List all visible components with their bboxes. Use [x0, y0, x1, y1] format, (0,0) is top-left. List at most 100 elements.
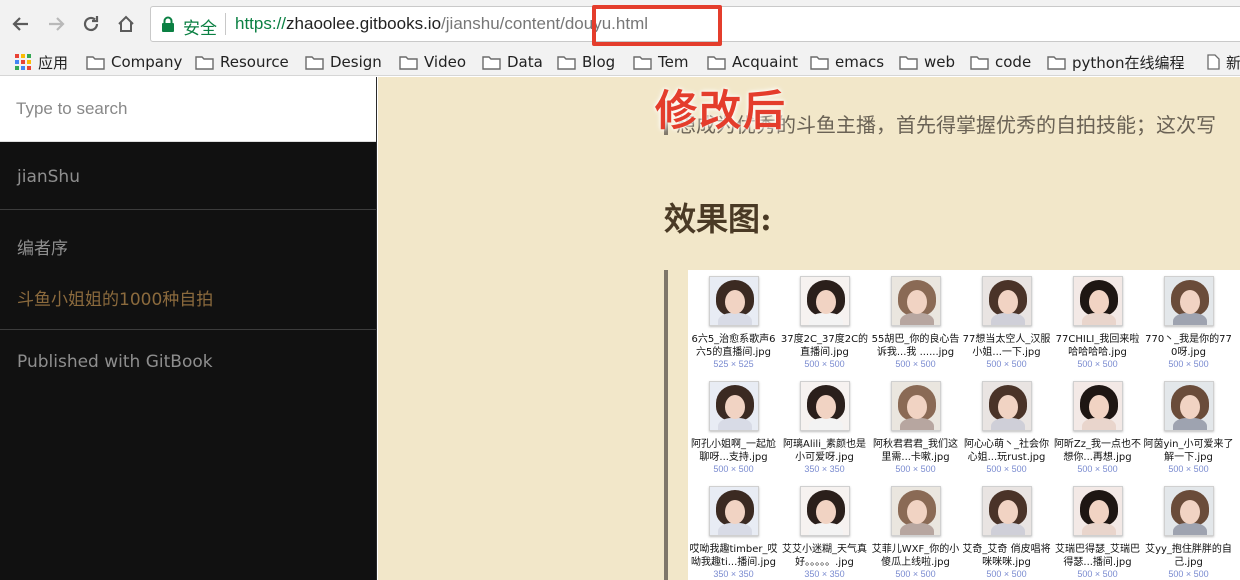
bookmark-3[interactable]: Design: [305, 50, 382, 74]
thumbnail-face: [1089, 395, 1109, 419]
file-thumbnail: [709, 276, 759, 326]
book-sidebar: jianShu 编者序 斗鱼小姐姐的1000种自拍 Published with…: [0, 77, 377, 580]
forward-button[interactable]: [40, 8, 72, 40]
bookmark-10[interactable]: web: [899, 50, 955, 74]
bookmark-2[interactable]: Resource: [195, 50, 289, 74]
sidebar-item-published-with-gitbook[interactable]: Published with GitBook: [17, 352, 213, 372]
file-name: 阿心心萌丶_社会你心姐...玩rust.jpg: [964, 439, 1049, 463]
thumbnail-face: [816, 290, 836, 314]
file-dimensions: 500 × 500: [986, 359, 1027, 369]
annotation-label: 修改后: [655, 86, 788, 135]
bookmark-label: code: [995, 53, 1032, 71]
thumbnail-face: [1180, 500, 1200, 524]
file-dimensions: 350 × 350: [713, 569, 754, 579]
thumbnail-face: [725, 290, 745, 314]
home-button[interactable]: [110, 8, 142, 40]
file-name: 770丶_我是你的770呀.jpg: [1145, 334, 1232, 358]
thumbnail-body: [1173, 523, 1207, 535]
thumbnail-body: [1082, 418, 1116, 430]
file-name: 哎呦我趣timber_哎呦我趣ti...播间.jpg: [689, 544, 778, 568]
sidebar-item-douyu-selfies[interactable]: 斗鱼小姐姐的1000种自拍: [17, 285, 213, 310]
file-thumbnail: [800, 486, 850, 536]
bookmark-label: Acquaint: [732, 53, 799, 71]
sidebar-item-jianshu[interactable]: jianShu: [17, 167, 80, 187]
page-icon: [1207, 54, 1220, 70]
file-thumbnail: [1164, 276, 1214, 326]
apps-grid-icon: [14, 53, 32, 71]
bookmark-label: Company: [111, 53, 183, 71]
file-dimensions: 500 × 500: [713, 464, 754, 474]
file-thumbnail: [1073, 381, 1123, 431]
bookmark-label: Tem: [658, 53, 689, 71]
forward-arrow-icon: [49, 17, 65, 31]
thumbnail-body: [900, 418, 934, 430]
bookmark-7[interactable]: Tem: [633, 50, 688, 74]
bookmark-label: emacs: [835, 53, 885, 71]
file-name: 6六5_治愈系歌声6六5的直播间.jpg: [691, 334, 776, 358]
bookmark-4[interactable]: Video: [399, 50, 466, 74]
url-separator: [225, 13, 226, 35]
file-name: 阿昕Zz_我一点也不想你...再想.jpg: [1053, 439, 1142, 463]
file-name: 阿孔小姐啊_一起尬聊呀...支持.jpg: [691, 439, 776, 463]
section-title: 效果图:: [664, 200, 772, 238]
bookmark-8[interactable]: Acquaint: [707, 50, 798, 74]
file-dimensions: 500 × 500: [1168, 569, 1209, 579]
search-input[interactable]: [0, 77, 376, 141]
thumbnail-body: [991, 418, 1025, 430]
file-dimensions: 350 × 350: [804, 569, 845, 579]
thumbnail-body: [900, 313, 934, 325]
bookmark-5[interactable]: Data: [482, 50, 543, 74]
file-name: 阿茵yin_小可爱来了解一下.jpg: [1143, 439, 1234, 463]
file-name: 77CHILI_我回来啦哈哈哈哈.jpg: [1055, 334, 1140, 358]
thumbnail-face: [998, 290, 1018, 314]
thumbnail-body: [1173, 313, 1207, 325]
file-dimensions: 500 × 500: [1077, 464, 1118, 474]
bookmark-label: 应用: [38, 53, 69, 72]
screenshot-file-grid: 6六5_治愈系歌声6六5的直播间.jpg 525 × 525 37度2C_37度2C…: [688, 270, 1240, 580]
thumbnail-body: [991, 313, 1025, 325]
sidebar-item-preface[interactable]: 编者序: [17, 234, 68, 259]
folder-icon: [86, 55, 105, 70]
bookmark-6[interactable]: Blog: [557, 50, 615, 74]
file-thumbnail: [891, 381, 941, 431]
file-dimensions: 525 × 525: [713, 359, 754, 369]
bookmark-label: 新: [1226, 53, 1240, 72]
bookmarks-bar: 应用 Company Resource Design Video Data Blog Tem A…: [0, 48, 1240, 76]
file-thumbnail: [982, 486, 1032, 536]
thumbnail-body: [1173, 418, 1207, 430]
bookmark-label: Blog: [582, 53, 616, 71]
folder-icon: [1047, 55, 1066, 70]
sidebar-divider: [0, 209, 376, 210]
file-dimensions: 500 × 500: [1077, 569, 1118, 579]
thumbnail-face: [907, 290, 927, 314]
back-button[interactable]: [5, 8, 37, 40]
bookmark-label: Resource: [220, 53, 289, 71]
bookmark-9[interactable]: emacs: [810, 50, 884, 74]
browser-toolbar: 安全 https://zhaoolee.gitbooks.io/jianshu/…: [0, 0, 1240, 48]
file-thumbnail: [982, 276, 1032, 326]
folder-icon: [633, 55, 652, 70]
thumbnail-body: [718, 418, 752, 430]
thumbnail-body: [809, 313, 843, 325]
file-thumbnail: [891, 486, 941, 536]
bookmark-11[interactable]: code: [970, 50, 1031, 74]
url-text[interactable]: https://zhaoolee.gitbooks.io/jianshu/con…: [235, 14, 648, 34]
thumbnail-face: [907, 395, 927, 419]
file-name: 37度2C_37度2C的直播间.jpg: [780, 334, 869, 358]
thumbnail-face: [816, 500, 836, 524]
reload-button[interactable]: [75, 8, 107, 40]
sidebar-divider: [0, 329, 376, 330]
thumbnail-body: [1082, 313, 1116, 325]
bookmark-13[interactable]: 新: [1207, 50, 1240, 74]
bookmark-0[interactable]: 应用: [14, 50, 68, 74]
file-name: 艾瑞巴得瑟_艾瑞巴得瑟...播间.jpg: [1055, 544, 1140, 568]
bookmark-label: python在线编程: [1072, 53, 1185, 72]
file-name: 艾奇_艾奇 俏皮唱将咪咪咪.jpg: [962, 544, 1051, 568]
file-name: 阿秋君君君_我们这里需...卡嗽.jpg: [873, 439, 958, 463]
bookmark-12[interactable]: python在线编程: [1047, 50, 1184, 74]
file-dimensions: 500 × 500: [895, 359, 936, 369]
folder-icon: [399, 55, 418, 70]
bookmark-1[interactable]: Company: [86, 50, 182, 74]
home-icon: [118, 15, 134, 32]
folder-icon: [195, 55, 214, 70]
